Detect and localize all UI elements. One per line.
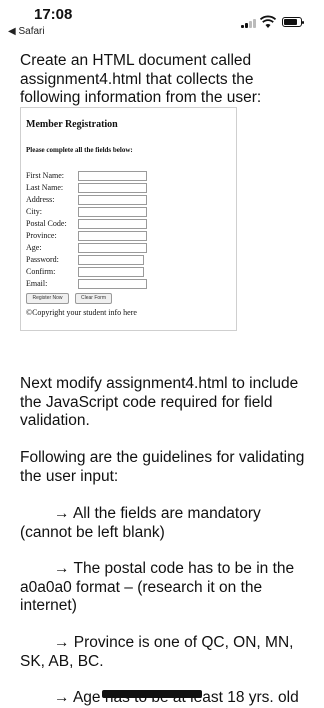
form-row-first-name: First Name: [26, 171, 226, 182]
redaction-bar [102, 690, 202, 698]
intro-paragraph: Create an HTML document called assignmen… [20, 52, 262, 106]
modify-paragraph: Next modify assignment4.html to include … [20, 375, 299, 429]
battery-icon [282, 17, 304, 27]
form-row-last-name: Last Name: [26, 183, 226, 194]
registration-form-image: Member Registration Please complete all … [20, 107, 237, 331]
last-name-input [78, 183, 147, 193]
form-row-password: Password: [26, 255, 226, 266]
province-input [78, 231, 147, 241]
field-label: Password: [26, 255, 59, 264]
age-input [78, 243, 147, 253]
first-name-input [78, 171, 147, 181]
back-to-safari-link[interactable]: ◀ Safari [8, 26, 45, 37]
field-label: Province: [26, 231, 57, 240]
field-label: Confirm: [26, 267, 56, 276]
password-input [78, 255, 144, 265]
field-label: Age: [26, 243, 42, 252]
form-row-city: City: [26, 207, 226, 218]
wifi-icon [260, 15, 276, 28]
guideline-province: → Province is one of QC, ON, MN, SK, AB,… [20, 634, 294, 670]
guideline-postal-code: → The postal code has to be in the a0a0a… [20, 560, 295, 614]
field-label: City: [26, 207, 43, 216]
register-now-button: Register Now [26, 293, 69, 304]
form-row-address: Address: [26, 195, 226, 206]
confirm-input [78, 267, 144, 277]
form-row-email: Email: [26, 279, 226, 290]
field-label: First Name: [26, 171, 64, 180]
cellular-signal-icon [241, 18, 261, 28]
field-label: Postal Code: [26, 219, 67, 228]
clear-form-button: Clear Form [75, 293, 112, 304]
form-subtitle: Please complete all the fields below: [26, 146, 133, 154]
form-row-province: Province: [26, 231, 226, 242]
clock: 17:08 [34, 6, 73, 23]
field-label: Address: [26, 195, 55, 204]
address-input [78, 195, 147, 205]
form-row-confirm: Confirm: [26, 267, 226, 278]
form-title: Member Registration [26, 119, 118, 130]
field-label: Email: [26, 279, 48, 288]
status-bar: 17:08 ◀ Safari [0, 0, 324, 44]
copyright-text: ©Copyright your student info here [26, 308, 137, 317]
field-label: Last Name: [26, 183, 64, 192]
city-input [78, 207, 147, 217]
email-input [78, 279, 147, 289]
guidelines-paragraph: Following are the guidelines for validat… [20, 449, 305, 485]
guideline-mandatory-fields: → All the fields are mandatory (cannot b… [20, 505, 261, 541]
form-row-postal-code: Postal Code: [26, 219, 226, 230]
postal-code-input [78, 219, 147, 229]
form-row-age: Age: [26, 243, 226, 254]
